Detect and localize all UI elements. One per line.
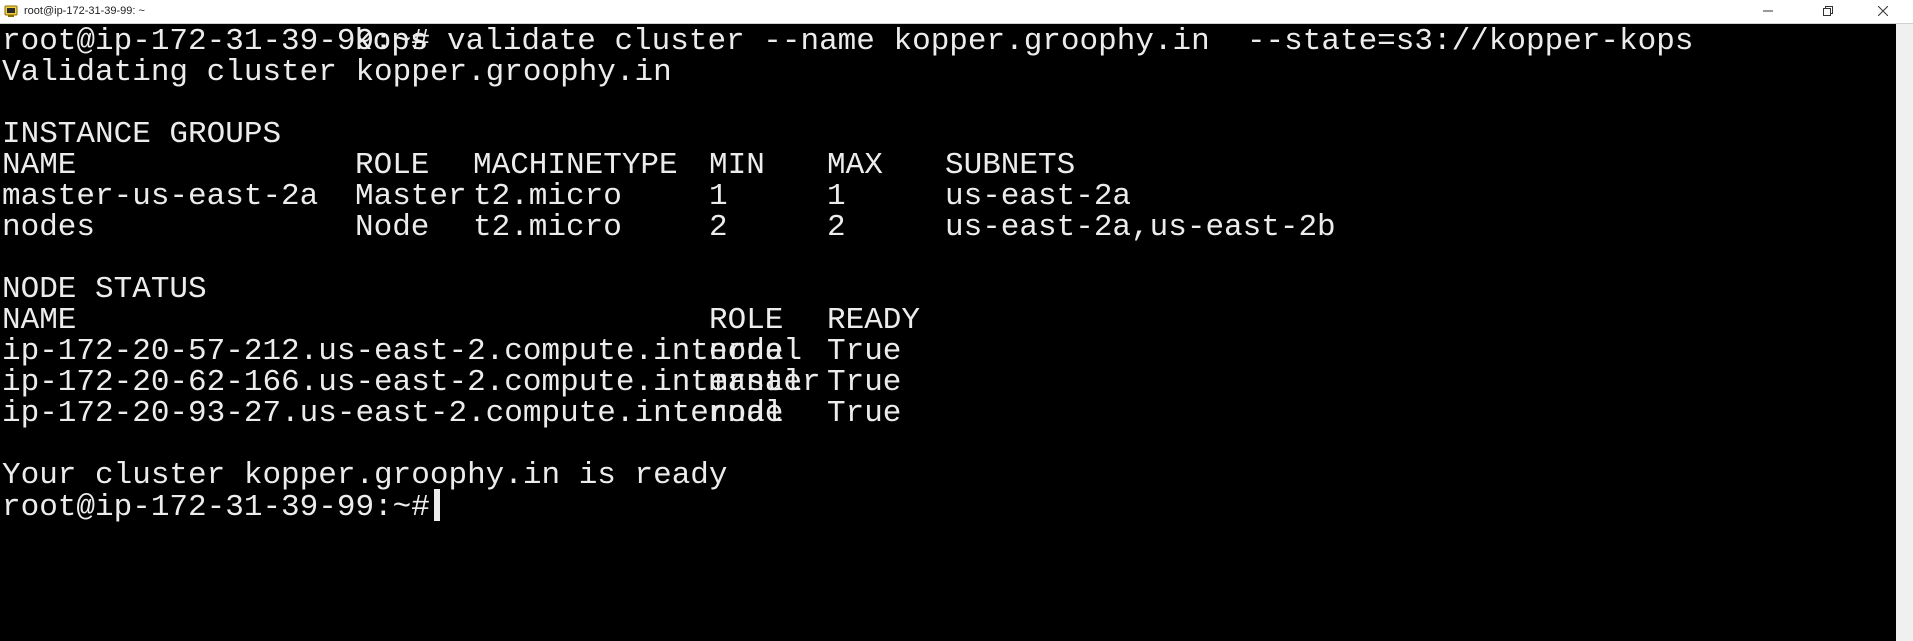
table-cell: Node — [355, 210, 430, 245]
validating-line: Validating cluster kopper.groophy.in — [2, 55, 672, 91]
table-cell: ip-172-20-93-27.us-east-2.compute.intern… — [2, 396, 784, 431]
minimize-button[interactable] — [1745, 0, 1791, 23]
terminal-output[interactable]: root@ip-172-31-39-99:~# kops validate cl… — [0, 24, 1896, 641]
table-row: nodes Node t2.micro 2 2 us-east-2a,us-ea… — [2, 210, 1336, 246]
table-cell: node — [709, 396, 784, 431]
final-shell-prompt: root@ip-172-31-39-99:~# — [2, 489, 440, 526]
table-cell: nodes — [2, 210, 96, 245]
text-cursor — [433, 489, 440, 521]
table-row: ip-172-20-93-27.us-east-2.compute.intern… — [2, 396, 901, 432]
terminal-window: root@ip-172-31-39-99: ~ root@ip-172-31-3… — [0, 0, 1913, 641]
minimize-icon — [1763, 10, 1773, 12]
final-prompt-line[interactable]: root@ip-172-31-39-99:~# — [2, 489, 440, 525]
table-cell: t2.micro — [473, 210, 622, 245]
vertical-scrollbar[interactable] — [1896, 24, 1913, 641]
table-cell: 2 — [709, 210, 728, 245]
restore-button[interactable] — [1805, 0, 1851, 23]
validating-text: Validating cluster kopper.groophy.in — [2, 55, 672, 90]
restore-icon — [1823, 6, 1833, 16]
window-title: root@ip-172-31-39-99: ~ — [24, 5, 145, 17]
putty-terminal-icon — [4, 4, 18, 18]
close-button[interactable] — [1860, 0, 1906, 23]
table-cell: 2 — [827, 210, 846, 245]
title-bar[interactable]: root@ip-172-31-39-99: ~ — [0, 0, 1913, 24]
table-cell: True — [827, 396, 902, 431]
close-icon — [1878, 6, 1888, 16]
table-cell: us-east-2a,us-east-2b — [945, 210, 1336, 245]
